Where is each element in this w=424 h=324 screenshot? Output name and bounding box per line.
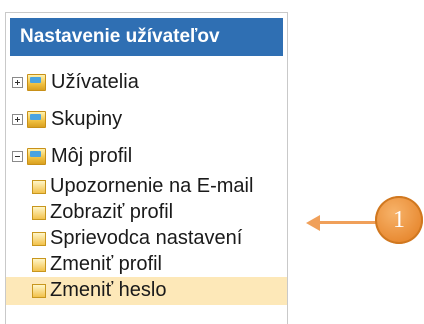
page-icon xyxy=(32,258,46,272)
tree-item-edit-profile[interactable]: Zmeniť profil xyxy=(6,251,287,278)
tree-item-label: Zobraziť profil xyxy=(50,201,174,223)
tree-item-view-profile[interactable]: Zobraziť profil xyxy=(6,199,287,226)
page-icon xyxy=(32,284,46,298)
tree-item-setup-wizard[interactable]: Sprievodca nastavení xyxy=(6,225,287,252)
tree-item-groups[interactable]: Skupiny xyxy=(6,106,287,133)
collapse-minus-icon[interactable] xyxy=(12,151,23,162)
tree-item-email-notification[interactable]: Upozornenie na E-mail xyxy=(6,173,287,200)
tree-item-label: Užívatelia xyxy=(51,71,139,93)
page-icon xyxy=(32,206,46,220)
callout-badge: 1 xyxy=(375,196,423,244)
expand-plus-icon[interactable] xyxy=(12,77,23,88)
callout-arrow-line xyxy=(318,221,382,224)
tree-item-label: Upozornenie na E-mail xyxy=(50,175,254,197)
tree-item-label: Zmeniť heslo xyxy=(50,279,167,301)
panel-title: Nastavenie užívateľov xyxy=(10,18,283,56)
page-icon xyxy=(32,180,46,194)
tree-item-label: Zmeniť profil xyxy=(50,253,162,275)
user-settings-panel: Nastavenie užívateľov Užívatelia Skupiny… xyxy=(5,12,288,324)
folder-icon xyxy=(27,111,46,128)
tree-item-users[interactable]: Užívatelia xyxy=(6,69,287,96)
expand-plus-icon[interactable] xyxy=(12,114,23,125)
folder-icon xyxy=(27,148,46,165)
tree-item-label: Skupiny xyxy=(51,108,123,130)
folder-icon xyxy=(27,74,46,91)
tree-item-change-password[interactable]: Zmeniť heslo xyxy=(6,277,287,305)
page-icon xyxy=(32,232,46,246)
tree-item-label: Môj profil xyxy=(51,145,133,167)
tree-item-label: Sprievodca nastavení xyxy=(50,227,243,249)
tree-item-my-profile[interactable]: Môj profil xyxy=(6,143,287,170)
